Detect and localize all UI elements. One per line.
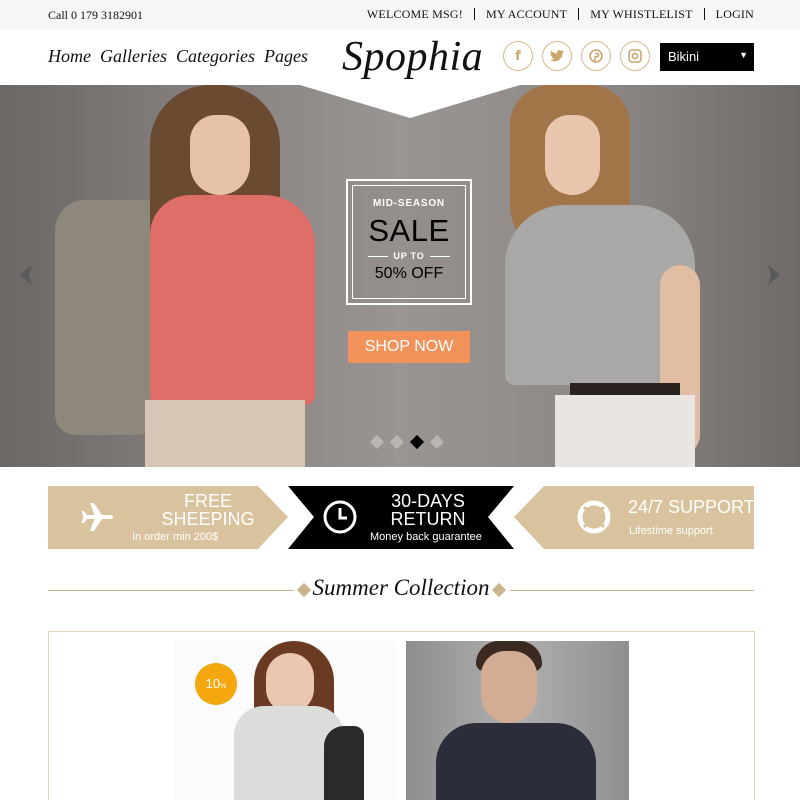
phone-number: Call 0 179 3182901 (48, 8, 143, 22)
section-title: Summer Collection (312, 575, 490, 600)
sale-eyebrow: MID-SEASON (373, 198, 445, 209)
slider-dot-active[interactable] (409, 434, 425, 450)
nav-home[interactable]: Home (48, 46, 91, 67)
facebook-icon[interactable]: f (503, 41, 533, 71)
nav-galleries[interactable]: Galleries (100, 46, 167, 67)
nav-pages[interactable]: Pages (264, 46, 308, 67)
category-select-value: Bikini (668, 49, 700, 64)
airplane-icon (80, 499, 116, 535)
category-select[interactable]: Bikini ▼ (660, 43, 754, 71)
login-link[interactable]: LOGIN (703, 8, 754, 20)
sale-discount: 50% OFF (374, 265, 444, 282)
twitter-icon[interactable] (542, 41, 572, 71)
feature-free-shipping: FREE SHEEPING In order min 200$ (48, 486, 288, 549)
shop-now-button[interactable]: SHOP NOW (348, 331, 470, 363)
feature-strip: FREE SHEEPING In order min 200$ 30-DAYS RE… (48, 486, 754, 549)
pinterest-icon[interactable] (581, 41, 611, 71)
discount-badge: 10% (195, 663, 237, 705)
prev-slide-arrow-icon[interactable] (16, 263, 36, 287)
hero-slider: MID-SEASON SALE UP TO 50% OFF SHOP NOW (0, 85, 800, 467)
feature-support: 24/7 SUPPORT Lifestime support (514, 486, 754, 549)
feature-subtitle: Money back guarantee (370, 531, 482, 543)
slider-dot[interactable] (389, 434, 405, 450)
welcome-link[interactable]: WELCOME MSG! (367, 8, 474, 20)
slider-dots (369, 434, 445, 450)
product-card[interactable]: 10% (174, 641, 397, 800)
sale-banner: MID-SEASON SALE UP TO 50% OFF (346, 179, 472, 305)
feature-return: 30-DAYS RETURN Money back guarantee (288, 486, 514, 549)
header-notch (300, 85, 520, 118)
section-heading: Summer Collection (48, 575, 754, 605)
site-header: Home Galleries Categories Pages Spophia … (0, 29, 800, 85)
product-grid: 10% (48, 631, 755, 800)
feature-subtitle: Lifestime support (629, 525, 713, 537)
lifebuoy-icon (576, 499, 612, 535)
nav-categories[interactable]: Categories (176, 46, 255, 67)
slider-dot[interactable] (429, 434, 445, 450)
clock-icon (322, 499, 358, 535)
feature-title: 24/7 SUPPORT (628, 497, 755, 517)
next-slide-arrow-icon[interactable] (764, 263, 784, 287)
top-bar: Call 0 179 3182901 WELCOME MSG! MY ACCOU… (0, 0, 800, 29)
sale-upto: UP TO (353, 251, 465, 261)
main-nav: Home Galleries Categories Pages (48, 46, 308, 67)
instagram-icon[interactable] (620, 41, 650, 71)
caret-down-icon: ▼ (739, 50, 748, 60)
slider-dot[interactable] (369, 434, 385, 450)
my-account-link[interactable]: MY ACCOUNT (473, 8, 578, 20)
site-logo[interactable]: Spophia (342, 33, 483, 81)
divider (510, 590, 754, 591)
sale-headline: SALE (368, 213, 450, 248)
feature-title: 30-DAYS RETURN (390, 491, 466, 529)
feature-subtitle: In order min 200$ (132, 531, 219, 543)
feature-title: FREE SHEEPING (161, 491, 255, 529)
account-links: WELCOME MSG! MY ACCOUNT MY WHISTLELIST L… (367, 8, 754, 20)
product-card[interactable] (406, 641, 629, 800)
social-links: f (503, 41, 650, 71)
wishlist-link[interactable]: MY WHISTLELIST (578, 8, 703, 20)
